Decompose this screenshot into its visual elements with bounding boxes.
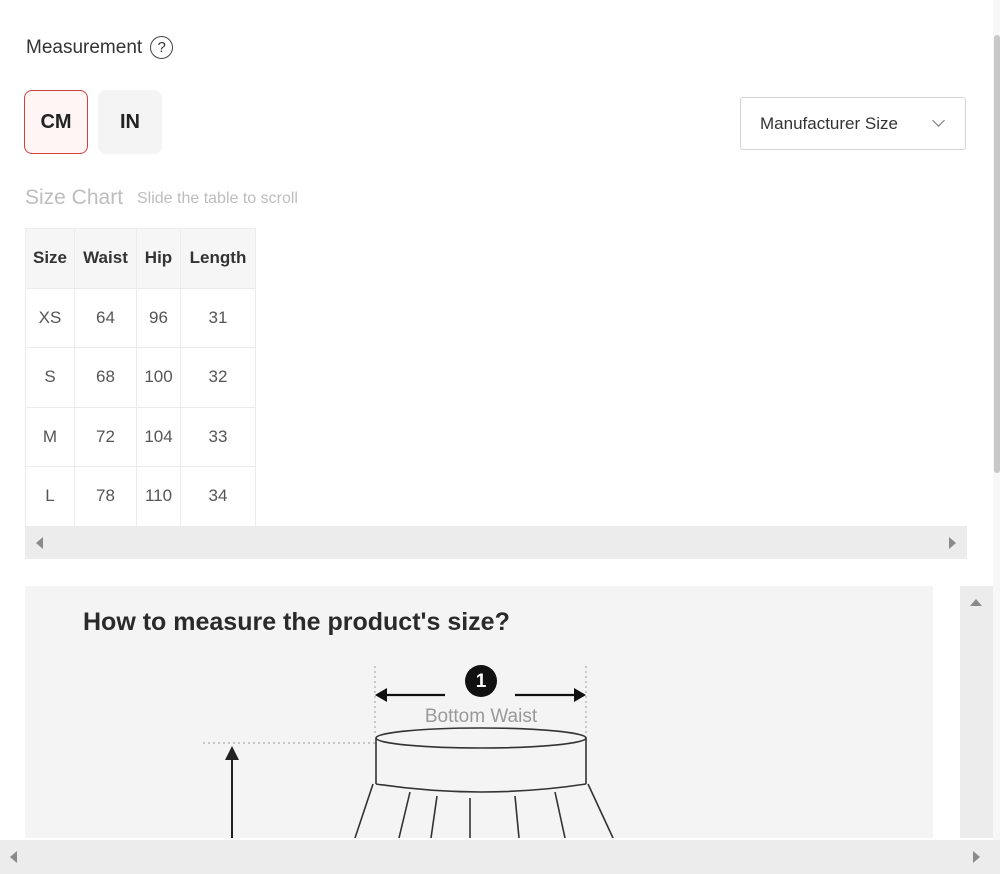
- unit-in-button[interactable]: IN: [98, 90, 162, 154]
- chevron-down-icon: [932, 114, 945, 127]
- table-header-row: Size Waist Hip Length: [25, 228, 256, 289]
- column-header-hip: Hip: [136, 228, 181, 289]
- table-cell: 72: [74, 406, 137, 467]
- table-cell: M: [25, 406, 75, 467]
- waistband-bottom: [375, 783, 587, 793]
- arrow-right-head: [574, 688, 586, 702]
- table-cell: 32: [180, 347, 256, 408]
- table-cell: 68: [74, 347, 137, 408]
- measurement-header: Measurement ?: [26, 36, 174, 59]
- guide-vertical-scrollbar[interactable]: [960, 586, 993, 838]
- size-type-value: Manufacturer Size: [760, 113, 898, 133]
- table-cell: 110: [136, 466, 181, 527]
- size-table: Size Waist Hip Length XS 64 96 31 S 68 1…: [25, 228, 256, 527]
- table-row: XS 64 96 31: [25, 287, 256, 348]
- table-cell: 78: [74, 466, 137, 527]
- size-chart-label: Size Chart: [25, 186, 124, 209]
- step-number: 1: [476, 671, 487, 692]
- length-arrow-head: [225, 746, 239, 760]
- help-icon[interactable]: ?: [150, 36, 174, 59]
- table-cell: 64: [74, 287, 137, 348]
- table-cell: 34: [180, 466, 256, 527]
- column-header-length: Length: [180, 228, 256, 289]
- table-cell: XS: [25, 287, 75, 348]
- table-cell: S: [25, 347, 75, 408]
- measurement-guide-panel: How to measure the product's size? 1 Bot…: [25, 586, 933, 838]
- page-horizontal-scrollbar[interactable]: [0, 840, 1000, 874]
- table-horizontal-scrollbar[interactable]: [25, 526, 967, 559]
- table-row: M 72 104 33: [25, 406, 256, 467]
- scroll-left-icon[interactable]: [36, 537, 43, 549]
- table-row: L 78 110 34: [25, 466, 256, 527]
- scroll-right-icon[interactable]: [973, 851, 980, 863]
- scroll-right-icon[interactable]: [949, 537, 956, 549]
- table-cell: 104: [136, 406, 181, 467]
- unit-cm-button[interactable]: CM: [24, 90, 88, 154]
- size-chart-hint: Slide the table to scroll: [137, 190, 298, 207]
- scroll-up-icon[interactable]: [970, 599, 982, 606]
- table-cell: 100: [136, 347, 181, 408]
- step-label: Bottom Waist: [425, 706, 538, 727]
- page-scroll-thumb[interactable]: [994, 35, 1000, 473]
- skirt-diagram: 1 Bottom Waist: [203, 665, 614, 838]
- table-row: S 68 100 32: [25, 347, 256, 408]
- arrow-left-head: [375, 688, 387, 702]
- table-cell: L: [25, 466, 75, 527]
- table-cell: 96: [136, 287, 181, 348]
- size-type-select[interactable]: Manufacturer Size: [740, 97, 966, 150]
- measurement-title: Measurement: [26, 36, 143, 58]
- table-cell: 31: [180, 287, 256, 348]
- column-header-waist: Waist: [74, 228, 137, 289]
- scroll-left-icon[interactable]: [10, 851, 17, 863]
- table-cell: 33: [180, 406, 256, 467]
- waistband-top: [375, 727, 587, 749]
- column-header-size: Size: [25, 228, 75, 289]
